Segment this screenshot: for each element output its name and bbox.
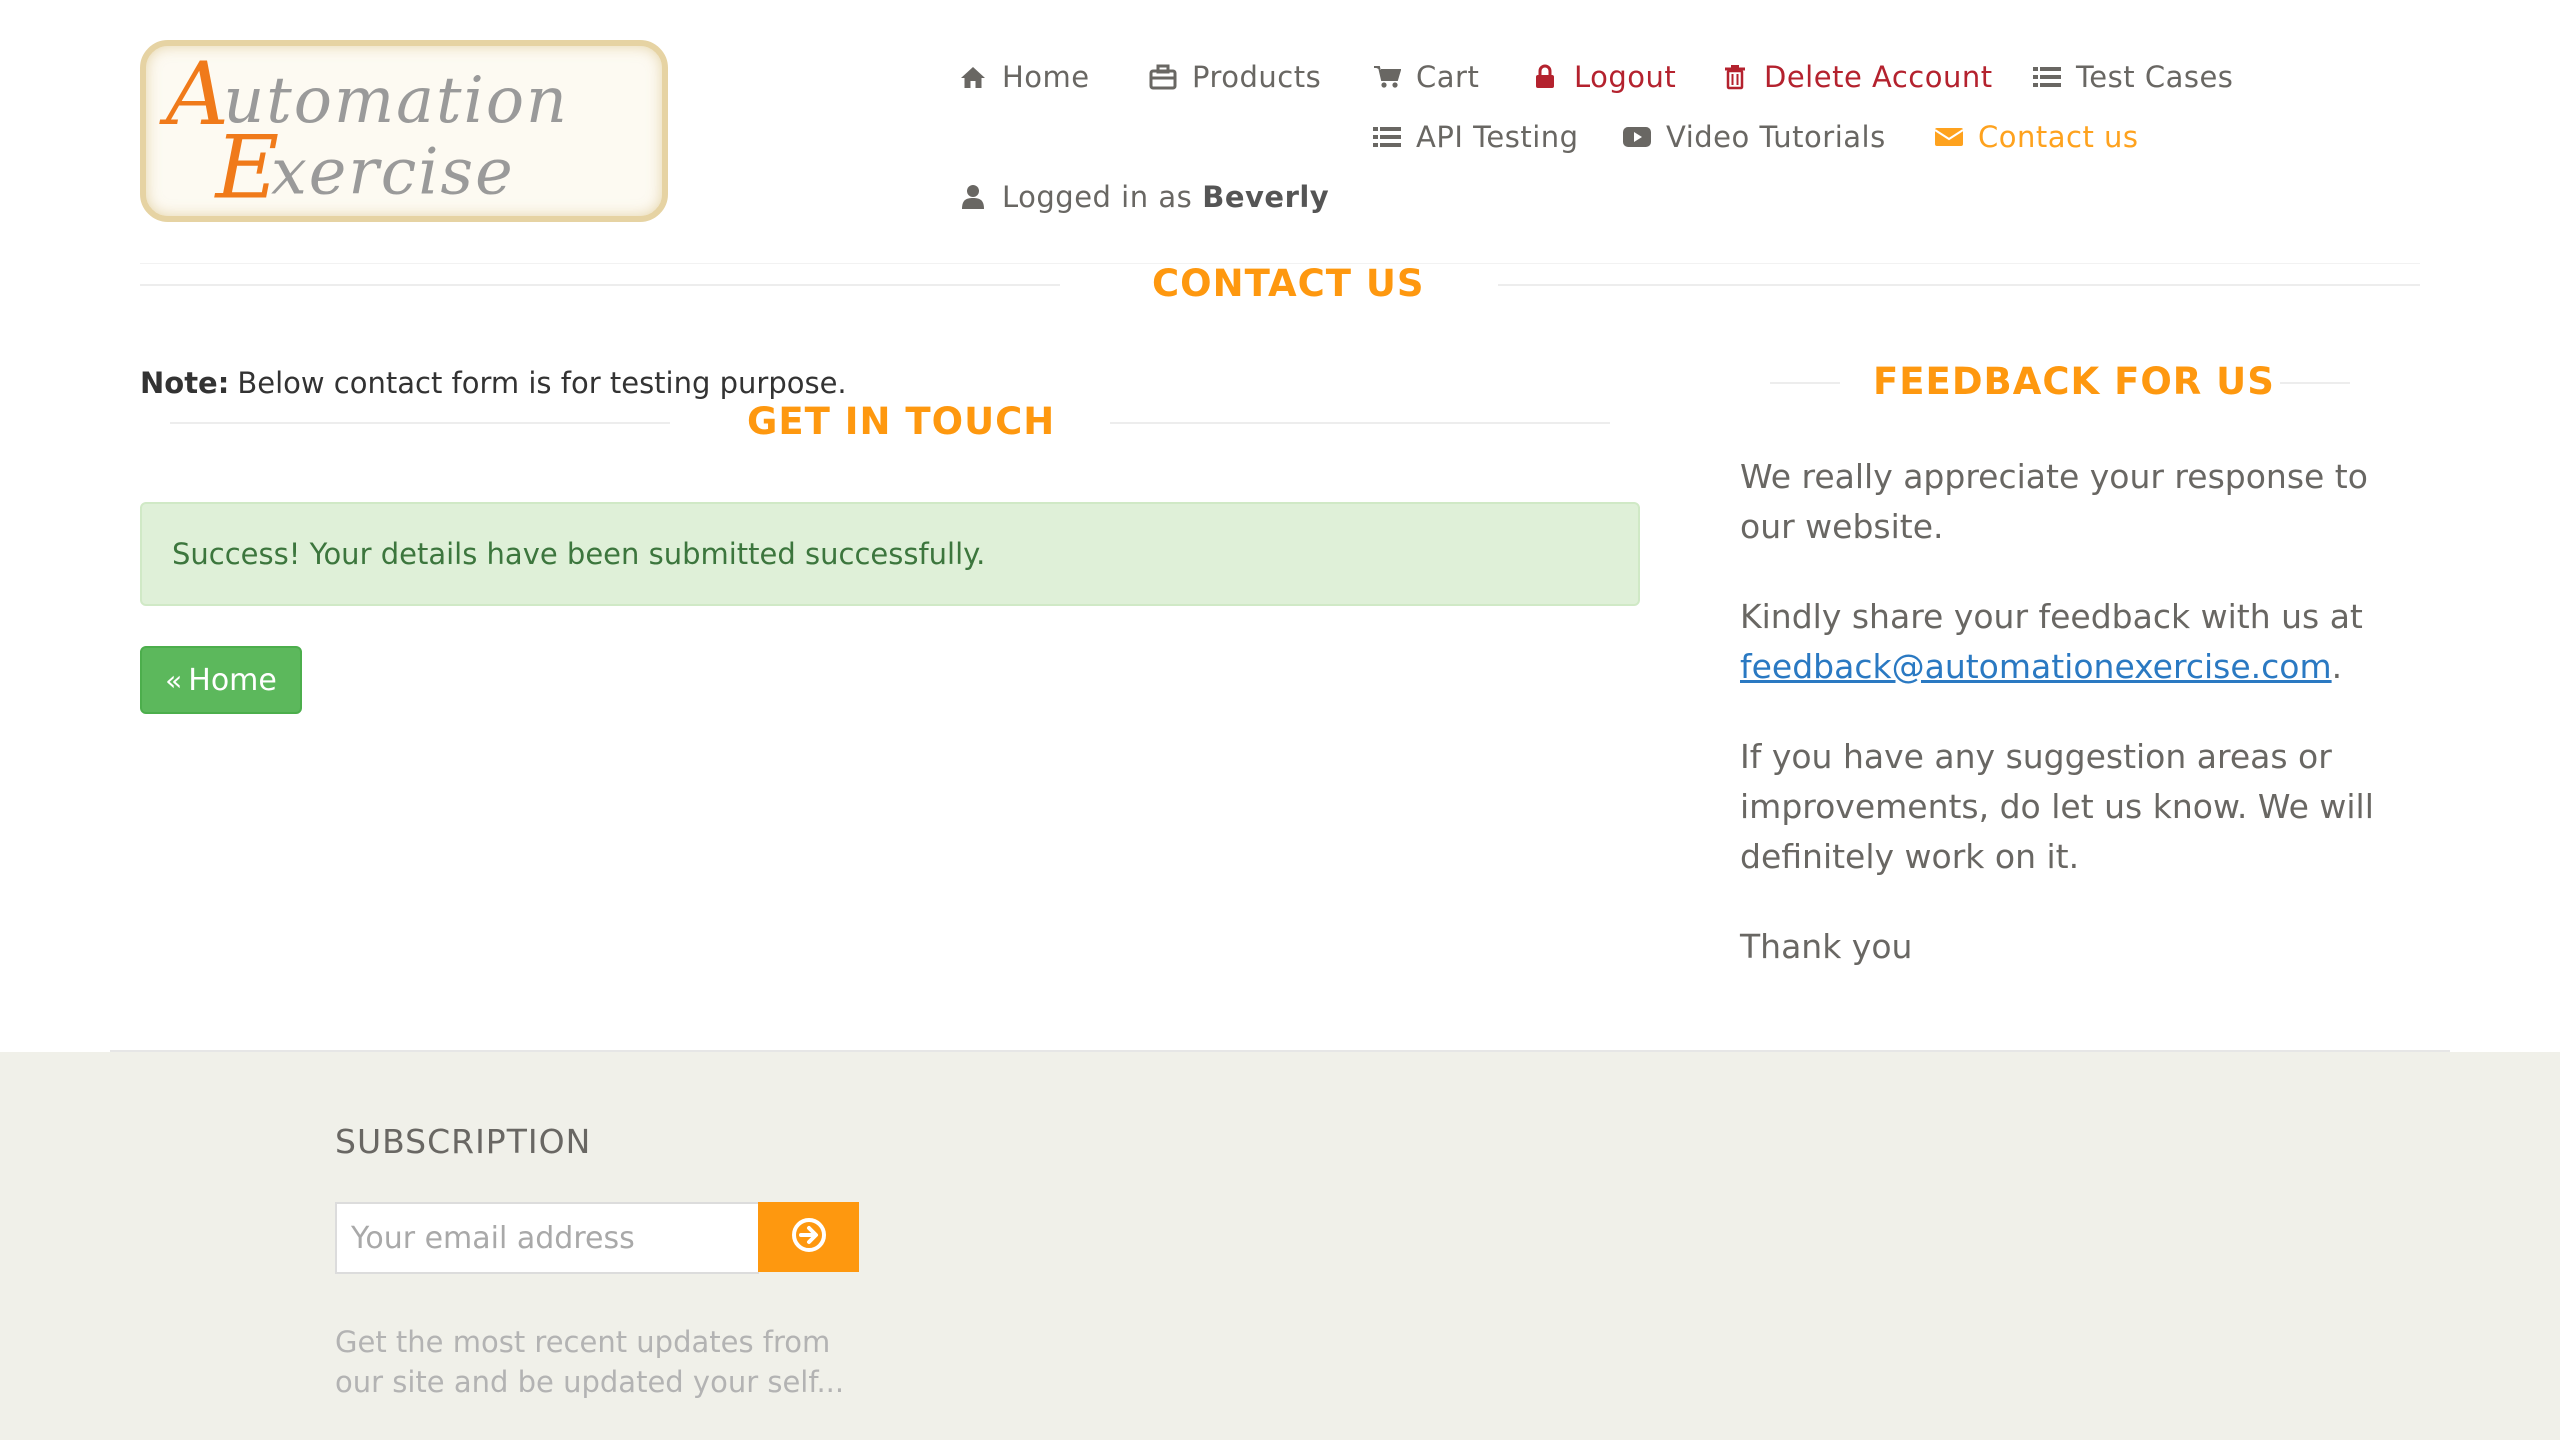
feedback-title: FEEDBACK FOR US: [1873, 360, 2275, 403]
footer-top-line: [110, 1050, 2450, 1052]
briefcase-icon: [1148, 62, 1178, 92]
logo-letter-e: E: [213, 116, 279, 216]
subscribe-button[interactable]: [758, 1202, 859, 1272]
nav-cart[interactable]: Cart: [1372, 60, 1479, 94]
nav-products-label: Products: [1192, 60, 1322, 94]
home-button-label: Home: [188, 662, 277, 698]
feedback-p1: We really appreciate your response to ou…: [1740, 457, 2368, 546]
subscription-note: Get the most recent updates from our sit…: [335, 1325, 845, 1399]
video-icon: [1622, 122, 1652, 152]
logged-in-prefix: Logged in as: [1002, 180, 1193, 214]
nav-test-cases-label: Test Cases: [2076, 60, 2234, 94]
nav-test-cases[interactable]: Test Cases: [2032, 60, 2233, 94]
nav-home[interactable]: Home: [958, 60, 1090, 94]
nav-api-testing[interactable]: API Testing: [1372, 120, 1579, 154]
nav-video-tutorials-label: Video Tutorials: [1666, 120, 1886, 154]
feedback-p4: Thank you: [1740, 927, 1913, 966]
get-in-touch-title: GET IN TOUCH: [747, 400, 1056, 443]
arrow-circle-right-icon: [791, 1217, 827, 1257]
nav-cart-label: Cart: [1416, 60, 1480, 94]
nav-logged-in: Logged in as Beverly: [958, 180, 1329, 214]
feedback-p2: Kindly share your feedback with us at fe…: [1740, 592, 2380, 692]
trash-icon: [1720, 62, 1750, 92]
cart-icon: [1372, 62, 1402, 92]
list-icon: [2032, 62, 2062, 92]
success-alert: Success! Your details have been submitte…: [140, 502, 1640, 606]
double-chevron-left-icon: «: [165, 663, 183, 697]
logged-in-username: Beverly: [1202, 180, 1330, 214]
title-rule-right: [1498, 284, 2420, 286]
note-text: Below contact form is for testing purpos…: [237, 366, 847, 400]
title-rule-left: [140, 284, 1060, 286]
subscription-title: SUBSCRIPTION: [335, 1122, 592, 1161]
home-icon: [958, 62, 988, 92]
feedback-email-link[interactable]: feedback@automationexercise.com: [1740, 647, 2332, 686]
nav-home-label: Home: [1002, 60, 1090, 94]
nav-contact-us[interactable]: Contact us: [1934, 120, 2139, 154]
nav-delete-account[interactable]: Delete Account: [1720, 60, 1993, 94]
touch-rule-right: [1110, 422, 1610, 424]
nav-logout[interactable]: Logout: [1530, 60, 1676, 94]
feedback-p3: If you have any suggestion areas or impr…: [1740, 737, 2374, 876]
page-title: CONTACT US: [1152, 262, 1425, 305]
touch-rule-left: [170, 422, 670, 424]
home-button[interactable]: « Home: [140, 646, 302, 714]
note-label: Note:: [140, 366, 230, 400]
feedback-content: We really appreciate your response to ou…: [1740, 452, 2380, 1012]
nav-logout-label: Logout: [1574, 60, 1677, 94]
feedback-rule-left: [1770, 382, 1840, 384]
success-message: Success! Your details have been submitte…: [172, 537, 986, 571]
feedback-p2-suffix: .: [2331, 647, 2343, 686]
nav-contact-us-label: Contact us: [1978, 120, 2139, 154]
user-icon: [958, 182, 988, 212]
feedback-rule-right: [2280, 382, 2350, 384]
nav-delete-account-label: Delete Account: [1764, 60, 1993, 94]
site-logo[interactable]: A utomation E xercise: [140, 40, 668, 222]
nav-api-testing-label: API Testing: [1416, 120, 1579, 154]
lock-icon: [1530, 62, 1560, 92]
nav-video-tutorials[interactable]: Video Tutorials: [1622, 120, 1886, 154]
logo-text-line2: xercise: [271, 135, 515, 209]
list-icon: [1372, 122, 1402, 152]
envelope-icon: [1934, 122, 1964, 152]
logo-graphic: A utomation E xercise: [159, 46, 567, 216]
nav-products[interactable]: Products: [1148, 60, 1321, 94]
subscription-email-input[interactable]: [335, 1202, 759, 1274]
feedback-p2-prefix: Kindly share your feedback with us at: [1740, 597, 2363, 636]
form-note: Note: Below contact form is for testing p…: [140, 366, 847, 400]
